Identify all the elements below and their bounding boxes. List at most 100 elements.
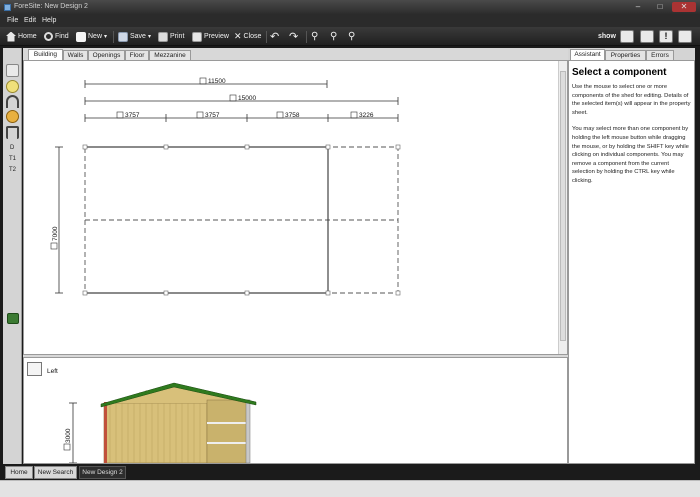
assistant-heading: Select a component [572,67,667,78]
toolbar-divider [266,31,267,43]
toolbar: Home Find New ▾ Save ▾ Print Preview ✕ C… [0,27,700,46]
assistant-paragraph-2: You may select more than one component b… [572,126,689,184]
zoom-in-button[interactable]: ⚲ [330,30,337,43]
scrollbar-thumb[interactable] [560,71,566,341]
menu-file[interactable]: File [7,17,18,24]
home-icon [6,31,16,42]
lock-icon [229,94,237,102]
tab-properties[interactable]: Properties [605,50,646,60]
exclamation-icon: ! [664,31,668,41]
elevation-height-dim: 3000 [65,428,72,443]
plan-view[interactable]: 11500 15000 3757 3757 3758 3226 7000 [23,60,568,355]
new-document-icon [76,31,86,42]
undo-icon: ↶ [270,31,280,43]
lock-icon [116,111,124,119]
tab-new-design-2[interactable]: New Design 2 [79,466,126,479]
right-panel-tabs: Assistant Properties Errors [568,48,695,60]
redo-button[interactable]: ↷ [289,30,298,43]
dim-overall-b: 15000 [238,95,256,102]
add-component-icon[interactable] [6,80,19,93]
tab-home[interactable]: Home [5,466,33,479]
title-bar: ForeSite: New Design 2 – □ ✕ [0,0,700,15]
corner-flashing [104,402,107,463]
tab-mezzanine[interactable]: Mezzanine [149,50,191,60]
elevation-view-icon[interactable] [7,313,19,324]
show-errors-button[interactable]: ! [659,30,673,43]
plan-drawing: 11500 15000 3757 3757 3758 3226 7000 [50,77,401,296]
close-button[interactable]: ✕ Close [234,30,261,43]
save-button[interactable]: Save ▾ [118,30,151,43]
lock-icon [196,111,204,119]
new-button[interactable]: New ▾ [76,30,107,43]
app-icon [4,4,11,11]
open-bay[interactable] [206,399,250,463]
toolbar-divider [113,31,114,43]
assistant-paragraph-1: Use the mouse to select one or more comp… [572,84,691,116]
status-bar [0,480,700,497]
tab-assistant[interactable]: Assistant [570,49,605,60]
building-tabs: Building Walls Openings Floor Mezzanine [23,48,568,60]
dim-depth: 7000 [52,226,59,241]
dim-overall-a: 11500 [208,78,226,85]
plan-scrollbar[interactable] [558,61,567,354]
show-list-button[interactable] [640,30,654,43]
arch-tool-icon[interactable] [6,95,19,108]
redo-icon: ↷ [289,31,299,43]
dim-bay-1: 3757 [125,112,140,119]
tab-errors[interactable]: Errors [646,50,674,60]
lock-icon [63,443,71,451]
preview-button[interactable]: Preview [192,30,229,43]
wall-cladding[interactable] [103,402,208,463]
assistant-panel: Select a component Use the mouse to sele… [568,60,695,464]
chevron-down-icon: ▾ [104,34,108,40]
maximize-button[interactable]: □ [650,2,670,12]
select-pointer-icon[interactable] [6,64,19,77]
tab-walls[interactable]: Walls [63,50,88,60]
window-title: ForeSite: New Design 2 [14,3,88,10]
zoom-fit-button[interactable]: ⚲ [311,30,318,43]
zoom-out-icon: ⚲ [348,31,356,42]
lock-icon [50,242,58,250]
toolbar-divider [306,31,307,43]
elevation-drawing: 7000 3000 [63,382,257,463]
close-icon: ✕ [234,31,242,41]
dim-bay-4: 3226 [359,112,374,119]
view-label-t2[interactable]: T2 [9,167,16,173]
tab-floor[interactable]: Floor [125,50,149,60]
tab-new-search[interactable]: New Search [34,466,77,479]
frame-tool-icon[interactable] [6,126,19,139]
tab-openings[interactable]: Openings [88,50,125,60]
show-properties-button[interactable] [678,30,692,43]
view-label-d[interactable]: D [10,145,14,151]
close-window-button[interactable]: ✕ [672,2,696,12]
dim-bay-2: 3757 [205,112,220,119]
printer-icon [158,31,168,42]
lock-icon [276,111,284,119]
opening-tool-icon[interactable] [6,110,19,123]
zoom-in-icon: ⚲ [330,31,338,42]
lock-icon [199,77,207,85]
left-toolbar: D T1 T2 [3,48,22,464]
show-label: show [598,33,616,40]
design-area: Building Walls Openings Floor Mezzanine [23,48,568,464]
lock-icon [350,111,358,119]
view-label-t1[interactable]: T1 [9,156,16,162]
elevation-view[interactable]: Left 3000 [23,357,568,464]
home-button[interactable]: Home [6,30,37,43]
zoom-out-button[interactable]: ⚲ [348,30,355,43]
menu-help[interactable]: Help [42,17,56,24]
menu-bar: File Edit Help [0,15,700,27]
search-icon [44,32,53,41]
zoom-fit-icon: ⚲ [311,31,319,42]
dim-bay-3: 3758 [285,112,300,119]
right-panel: Assistant Properties Errors Select a com… [568,48,695,464]
preview-icon [192,31,202,42]
tab-building[interactable]: Building [28,49,63,60]
find-button[interactable]: Find [44,30,69,43]
save-icon [118,31,128,42]
print-button[interactable]: Print [158,30,184,43]
undo-button[interactable]: ↶ [270,30,279,43]
menu-edit[interactable]: Edit [24,17,36,24]
show-3d-button[interactable] [620,30,634,43]
minimize-button[interactable]: – [628,2,648,12]
